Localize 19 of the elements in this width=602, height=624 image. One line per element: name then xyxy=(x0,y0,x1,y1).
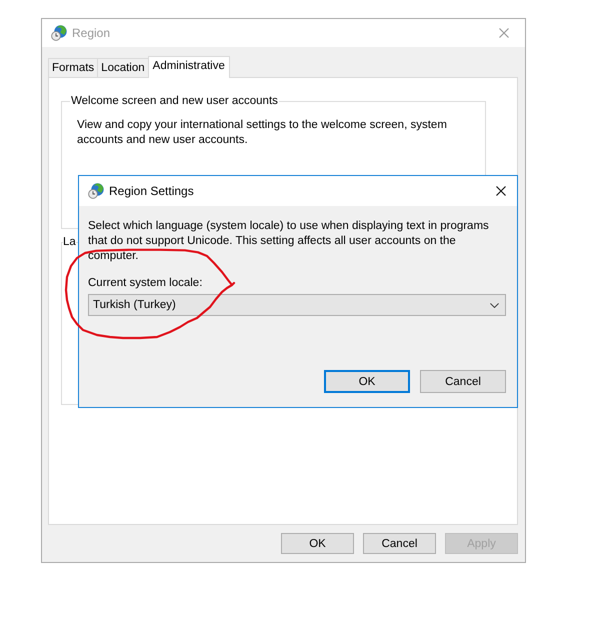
locale-dropdown[interactable]: Turkish (Turkey) xyxy=(88,294,506,316)
description-text: View and copy your international settings to the welcome screen, system accounts and new user accounts. xyxy=(77,118,448,148)
description-text: Select which language (system locale) to use when displaying text in programs that do not support Unicode. This setting affects all user accounts on the computer. xyxy=(88,219,490,264)
window-title: Region xyxy=(72,26,112,40)
dialog-title: Region Settings xyxy=(109,184,195,198)
dialog-button[interactable]: OK xyxy=(324,370,410,393)
group-title: Welcome screen and new user accounts xyxy=(70,94,279,108)
close-icon xyxy=(496,186,506,196)
globe-clock-icon xyxy=(51,25,67,41)
tab[interactable]: Administrative xyxy=(148,56,230,78)
dialog-button[interactable]: Cancel xyxy=(363,533,436,554)
dialog-button[interactable]: OK xyxy=(281,533,354,554)
dialog-button[interactable]: Cancel xyxy=(420,370,506,393)
close-icon xyxy=(499,28,509,38)
field-label: Current system locale: xyxy=(88,276,204,291)
chevron-down-icon xyxy=(490,302,499,308)
group-title: La xyxy=(63,235,76,249)
globe-clock-icon xyxy=(88,183,104,199)
tab[interactable]: Formats xyxy=(48,58,98,77)
